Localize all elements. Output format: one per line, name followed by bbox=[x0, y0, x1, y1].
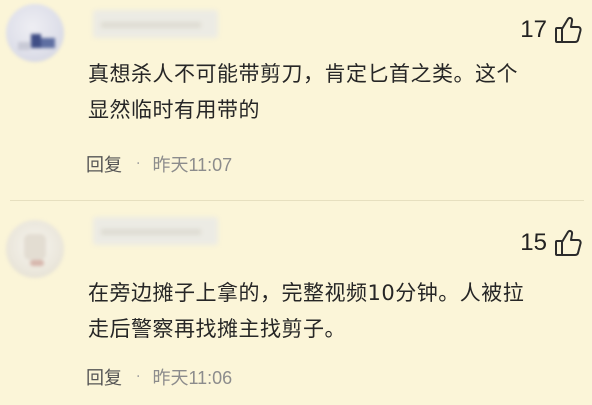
comment-text-line: 真想杀人不可能带剪刀，肯定匕首之类。这个 bbox=[88, 62, 518, 86]
comment-list: 17 真想杀人不可能带剪刀，肯定匕首之类。这个 显然临时有用带的 回复 · 昨天… bbox=[0, 0, 592, 405]
username-blurred[interactable] bbox=[93, 10, 218, 38]
comment-text: 在旁边摊子上拿的，完整视频10分钟。人被拉 走后警察再找摊主找剪子。 bbox=[88, 275, 558, 347]
comment-meta: 回复 · 昨天11:07 bbox=[86, 151, 232, 177]
username-blurred[interactable] bbox=[93, 217, 218, 245]
like-count: 17 bbox=[520, 16, 547, 43]
comment-text-line: 显然临时有用带的 bbox=[88, 98, 260, 122]
comment-text-line: 在旁边摊子上拿的，完整视频10分钟。人被拉 bbox=[88, 281, 525, 305]
like-group[interactable]: 17 bbox=[520, 14, 582, 46]
timestamp: 昨天11:07 bbox=[152, 155, 233, 175]
comment-text-line: 走后警察再找摊主找剪子。 bbox=[88, 317, 346, 341]
comment-text: 真想杀人不可能带剪刀，肯定匕首之类。这个 显然临时有用带的 bbox=[88, 56, 558, 128]
like-count: 15 bbox=[520, 229, 547, 256]
comment-meta: 回复 · 昨天11:06 bbox=[86, 364, 232, 390]
thumbs-up-icon[interactable] bbox=[554, 15, 582, 45]
thumbs-up-icon[interactable] bbox=[554, 228, 582, 258]
avatar[interactable] bbox=[6, 4, 64, 62]
timestamp: 昨天11:06 bbox=[152, 368, 233, 388]
separator-dot: · bbox=[136, 156, 141, 172]
like-group[interactable]: 15 bbox=[520, 227, 582, 259]
separator-dot: · bbox=[136, 369, 141, 385]
reply-button[interactable]: 回复 bbox=[86, 364, 122, 390]
reply-button[interactable]: 回复 bbox=[86, 151, 122, 177]
avatar[interactable] bbox=[6, 220, 64, 278]
